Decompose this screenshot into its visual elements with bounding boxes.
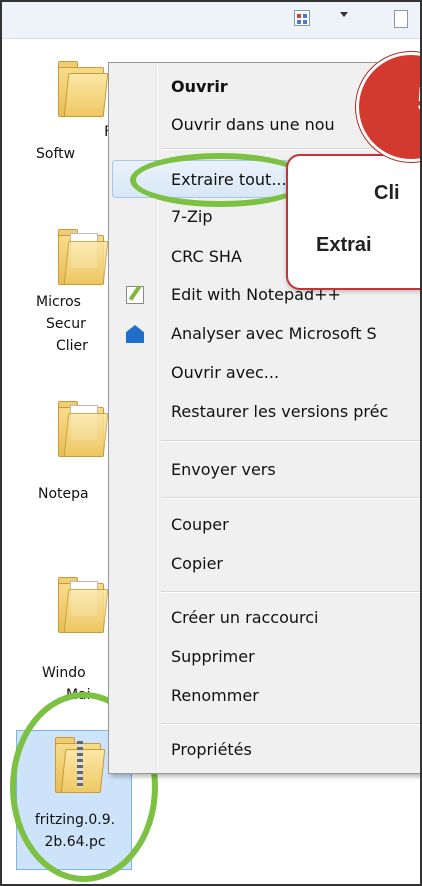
folder-icon[interactable] (58, 229, 109, 285)
file-label: Clier (56, 338, 88, 354)
chevron-down-icon[interactable] (340, 12, 348, 17)
change-view-icon[interactable] (294, 10, 310, 26)
menu-item-supprimer[interactable]: Supprimer (112, 638, 420, 676)
menu-item-restaurer[interactable]: Restaurer les versions préc (112, 393, 420, 431)
menu-item-proprietes[interactable]: Propriétés (112, 731, 420, 769)
file-label: Secur (46, 316, 86, 332)
file-label: Notepa (38, 486, 89, 502)
folder-icon[interactable] (58, 61, 109, 117)
menu-item-analyser[interactable]: Analyser avec Microsoft S (112, 315, 420, 353)
preview-pane-icon[interactable] (394, 10, 408, 28)
callout-line-1: Cli (374, 182, 400, 204)
instruction-callout: Cli Extrai (286, 154, 420, 290)
file-label: Windo (42, 665, 86, 681)
menu-item-copier[interactable]: Copier (112, 545, 420, 583)
microsoft-security-essentials-icon (126, 325, 144, 343)
folder-icon[interactable] (58, 577, 109, 633)
notepad-plus-plus-icon (126, 286, 144, 304)
menu-item-renommer[interactable]: Renommer (112, 677, 420, 715)
menu-item-creer-raccourci[interactable]: Créer un raccourci (112, 599, 420, 637)
step-number: 5 (417, 79, 420, 121)
callout-line-2: Extrai (316, 234, 372, 256)
menu-item-ouvrir-avec[interactable]: Ouvrir avec... (112, 354, 420, 392)
file-label: Micros (36, 294, 81, 310)
explorer-toolbar (2, 2, 420, 39)
highlight-ring-extraire (130, 153, 310, 207)
menu-item-couper[interactable]: Couper (112, 506, 420, 544)
file-label: Softw (36, 146, 76, 162)
menu-item-envoyer-vers[interactable]: Envoyer vers (112, 451, 420, 489)
folder-icon[interactable] (58, 401, 109, 457)
explorer-window: Foxi Softw Micros Secur Clier Notepa Win… (0, 0, 422, 886)
